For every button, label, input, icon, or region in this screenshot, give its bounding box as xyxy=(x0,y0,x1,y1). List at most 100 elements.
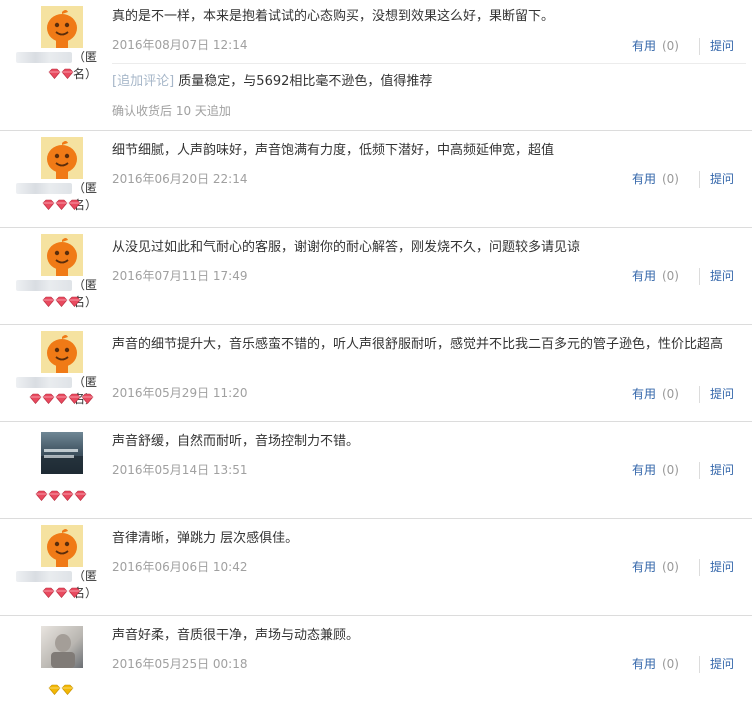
review-actions: 有用 (0) 提问 xyxy=(632,37,734,55)
ask-button[interactable]: 提问 xyxy=(710,655,734,673)
review-date: 2016年05月29日 11:20 xyxy=(112,386,248,400)
review-actions: 有用 (0) 提问 xyxy=(632,558,734,576)
diamond-icon xyxy=(42,199,55,210)
divider xyxy=(698,267,700,285)
photo-avatar-icon xyxy=(41,626,83,668)
review-actions: 有用 (0) 提问 xyxy=(632,461,734,479)
diamond-icon xyxy=(68,393,81,404)
diamond-icon xyxy=(48,68,61,79)
helpful-count: (0) xyxy=(661,387,679,401)
user-name-blurred xyxy=(16,280,72,291)
ask-button[interactable]: 提问 xyxy=(710,170,734,188)
user-name-blurred xyxy=(16,52,72,63)
review-date: 2016年06月06日 10:42 xyxy=(112,560,248,574)
review-content: 声音好柔，音质很干净，声场与动态兼顾。 xyxy=(112,628,360,643)
diamond-icon xyxy=(29,393,42,404)
append-label: [追加评论] xyxy=(112,74,175,89)
diamond-icon xyxy=(55,199,68,210)
review-actions: 有用 (0) 提问 xyxy=(632,385,734,403)
review-date: 2016年06月20日 22:14 xyxy=(112,172,248,186)
buyer-level xyxy=(48,684,74,696)
avatar[interactable] xyxy=(41,331,83,373)
avatar[interactable] xyxy=(41,234,83,276)
helpful-button[interactable]: 有用 xyxy=(632,461,656,479)
default-avatar-icon xyxy=(41,137,83,179)
divider xyxy=(698,385,700,403)
avatar[interactable] xyxy=(41,432,83,474)
diamond-icon xyxy=(48,490,61,501)
ask-button[interactable]: 提问 xyxy=(710,461,734,479)
diamond-icon xyxy=(68,199,81,210)
review-list: （匿名） 真的是不一样，本来是抱着试试的心态购买，没想到效果这么好，果断留下。 … xyxy=(0,0,755,708)
append-divider xyxy=(112,63,746,64)
review-date: 2016年05月25日 00:18 xyxy=(112,657,248,671)
avatar[interactable] xyxy=(41,6,83,48)
user-line: （匿名） xyxy=(12,277,106,309)
buyer-level xyxy=(42,587,81,599)
ask-button[interactable]: 提问 xyxy=(710,558,734,576)
helpful-count: (0) xyxy=(661,39,679,53)
divider xyxy=(698,558,700,576)
helpful-count: (0) xyxy=(661,560,679,574)
avatar[interactable] xyxy=(41,626,83,668)
ask-button[interactable]: 提问 xyxy=(710,37,734,55)
helpful-button[interactable]: 有用 xyxy=(632,558,656,576)
diamond-icon xyxy=(35,490,48,501)
anonymous-label: （匿名） xyxy=(73,50,98,81)
diamond-icon xyxy=(68,587,81,598)
diamond-icon xyxy=(68,296,81,307)
helpful-button[interactable]: 有用 xyxy=(632,655,656,673)
review-item: （匿名） 细节细腻，人声韵味好，声音饱满有力度，低频下潜好，中高频延伸宽，超值 … xyxy=(0,131,752,228)
user-name-blurred xyxy=(16,183,72,194)
diamond-icon xyxy=(61,490,74,501)
buyer-level xyxy=(35,490,87,502)
avatar[interactable] xyxy=(41,525,83,567)
user-line: （匿名） xyxy=(12,180,106,212)
helpful-count: (0) xyxy=(661,657,679,671)
buyer-level xyxy=(48,68,74,80)
review-item: （匿名） 声音的细节提升大，音乐感蛮不错的，听人声很舒服耐听，感觉并不比我二百多… xyxy=(0,325,752,422)
buyer-level xyxy=(29,393,94,405)
avatar[interactable] xyxy=(41,137,83,179)
diamond-icon xyxy=(42,393,55,404)
diamond-icon xyxy=(55,587,68,598)
default-avatar-icon xyxy=(41,6,83,48)
default-avatar-icon xyxy=(41,525,83,567)
review-item: 声音舒缓，自然而耐听，音场控制力不错。 2016年05月14日 13:51 有用… xyxy=(0,422,752,519)
user-name-blurred xyxy=(16,571,72,582)
ask-button[interactable]: 提问 xyxy=(710,385,734,403)
review-date: 2016年07月11日 17:49 xyxy=(112,269,248,283)
helpful-button[interactable]: 有用 xyxy=(632,170,656,188)
helpful-button[interactable]: 有用 xyxy=(632,267,656,285)
review-item: （匿名） 音律清晰，弹跳力 层次感俱佳。 2016年06月06日 10:42 有… xyxy=(0,519,752,616)
review-content: 声音的细节提升大，音乐感蛮不错的，听人声很舒服耐听，感觉并不比我二百多元的管子逊… xyxy=(112,337,724,352)
user-name-blurred xyxy=(16,377,72,388)
helpful-button[interactable]: 有用 xyxy=(632,385,656,403)
divider xyxy=(698,461,700,479)
default-avatar-icon xyxy=(41,331,83,373)
user-line: （匿名） xyxy=(12,49,106,81)
review-content: 真的是不一样，本来是抱着试试的心态购买，没想到效果这么好，果断留下。 xyxy=(112,9,555,24)
helpful-button[interactable]: 有用 xyxy=(632,37,656,55)
helpful-count: (0) xyxy=(661,269,679,283)
divider xyxy=(698,655,700,673)
ask-button[interactable]: 提问 xyxy=(710,267,734,285)
append-review: [追加评论] 质量稳定，与5692相比毫不逊色，值得推荐 xyxy=(112,71,746,93)
review-content: 从没见过如此和气耐心的客服，谢谢你的耐心解答，刚发烧不久，问题较多请见谅 xyxy=(112,240,581,255)
diamond-icon xyxy=(61,684,74,695)
photo-avatar-icon xyxy=(41,432,83,474)
diamond-icon xyxy=(42,587,55,598)
diamond-icon xyxy=(61,68,74,79)
diamond-icon xyxy=(42,296,55,307)
diamond-icon xyxy=(55,296,68,307)
review-actions: 有用 (0) 提问 xyxy=(632,267,734,285)
diamond-icon xyxy=(81,393,94,404)
diamond-icon xyxy=(48,684,61,695)
buyer-level xyxy=(42,199,81,211)
review-content: 细节细腻，人声韵味好，声音饱满有力度，低频下潜好，中高频延伸宽，超值 xyxy=(112,143,555,158)
review-item: 声音好柔，音质很干净，声场与动态兼顾。 2016年05月25日 00:18 有用… xyxy=(0,616,752,708)
review-content: 声音舒缓，自然而耐听，音场控制力不错。 xyxy=(112,434,360,449)
helpful-count: (0) xyxy=(661,463,679,477)
review-actions: 有用 (0) 提问 xyxy=(632,655,734,673)
review-date: 2016年08月07日 12:14 xyxy=(112,38,248,52)
